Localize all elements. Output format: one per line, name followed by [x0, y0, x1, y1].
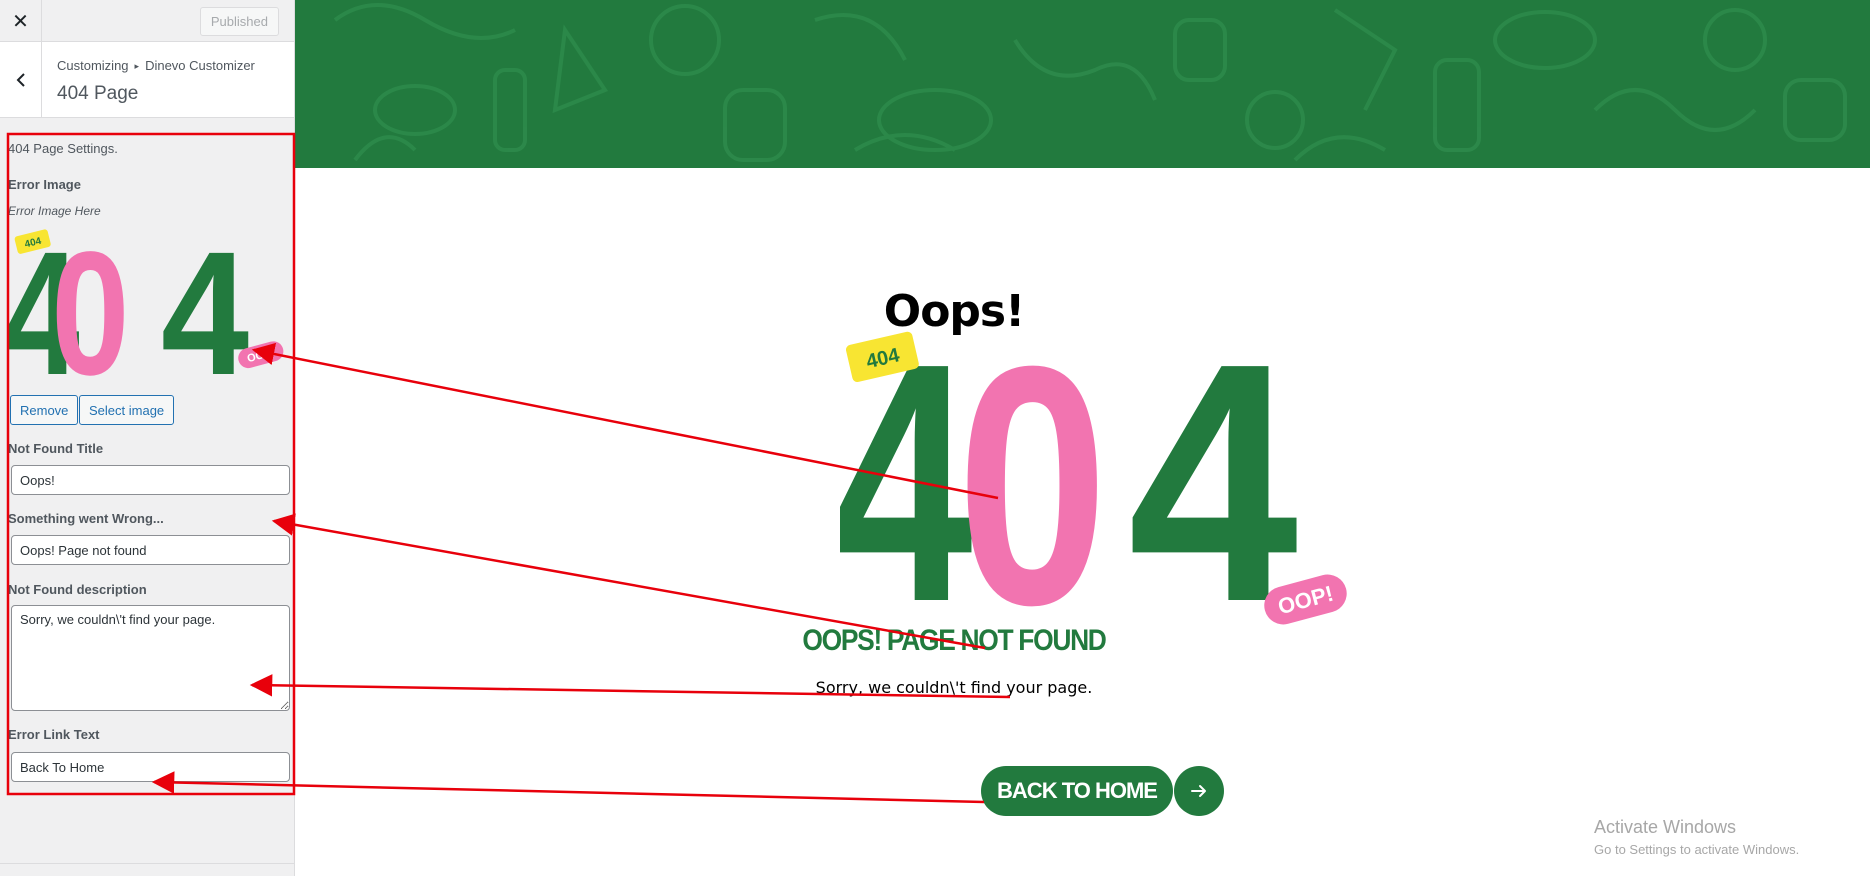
windows-activation-title: Activate Windows — [1594, 817, 1737, 837]
breadcrumb-root: Customizing — [57, 58, 129, 73]
customizer-topbar: ✕ Published — [0, 0, 294, 42]
select-image-button[interactable]: Select image — [79, 395, 175, 425]
customizer-sidebar: ✕ Published Customizing ▸ Dinevo Customize… — [0, 0, 295, 876]
something-wrong-input[interactable] — [11, 535, 290, 565]
error-link-text-label: Error Link Text — [8, 727, 100, 742]
food-pattern — [333, 3, 1847, 162]
site-preview: Oops! 4 0 4 404 OOP! OOPS! PAGE NOT FOUN… — [295, 0, 1870, 876]
published-button: Published — [199, 7, 279, 36]
error-image-label: Error Image — [8, 177, 81, 192]
back-chevron-icon[interactable] — [0, 42, 42, 118]
something-wrong-label: Something went Wrong... — [8, 511, 164, 526]
not-found-description-label: Not Found description — [8, 582, 147, 597]
not-found-title-label: Not Found Title — [8, 441, 104, 456]
back-to-home-button[interactable]: BACK TO HOME — [981, 766, 1173, 816]
not-found-description-textarea[interactable]: Sorry, we couldn\'t find your page. — [11, 605, 290, 711]
svg-text:4: 4 — [161, 221, 249, 381]
section-title: 404 Page — [57, 83, 139, 104]
error-subtitle: OOPS! PAGE NOT FOUND — [802, 624, 1106, 657]
error-image-404: 4 0 4 404 OOP! — [840, 328, 1347, 628]
svg-text:0: 0 — [957, 328, 1108, 628]
error-image-sublabel: Error Image Here — [8, 204, 101, 218]
error-image-thumbnail[interactable]: 4 0 4 404 OOP! — [3, 215, 288, 412]
error-link-text-input[interactable] — [11, 752, 290, 782]
svg-text:0: 0 — [51, 221, 129, 381]
header-banner — [295, 0, 1870, 168]
error-description: Sorry, we couldn\'t find your page. — [815, 678, 1093, 697]
section-header: Customizing ▸ Dinevo Customizer 404 Page — [0, 42, 294, 118]
remove-image-button[interactable]: Remove — [10, 395, 79, 425]
breadcrumb-separator: ▸ — [134, 61, 140, 71]
svg-text:4: 4 — [1128, 328, 1300, 628]
section-description: 404 Page Settings. — [8, 141, 118, 156]
windows-activation-subtitle: Go to Settings to activate Windows. — [1594, 842, 1800, 857]
not-found-title-input[interactable] — [11, 465, 290, 495]
breadcrumb: Customizing ▸ Dinevo Customizer — [57, 58, 255, 73]
arrow-right-icon[interactable] — [1174, 766, 1224, 816]
breadcrumb-parent: Dinevo Customizer — [145, 58, 255, 73]
close-icon[interactable]: ✕ — [0, 0, 42, 42]
sidebar-footer — [0, 863, 294, 876]
